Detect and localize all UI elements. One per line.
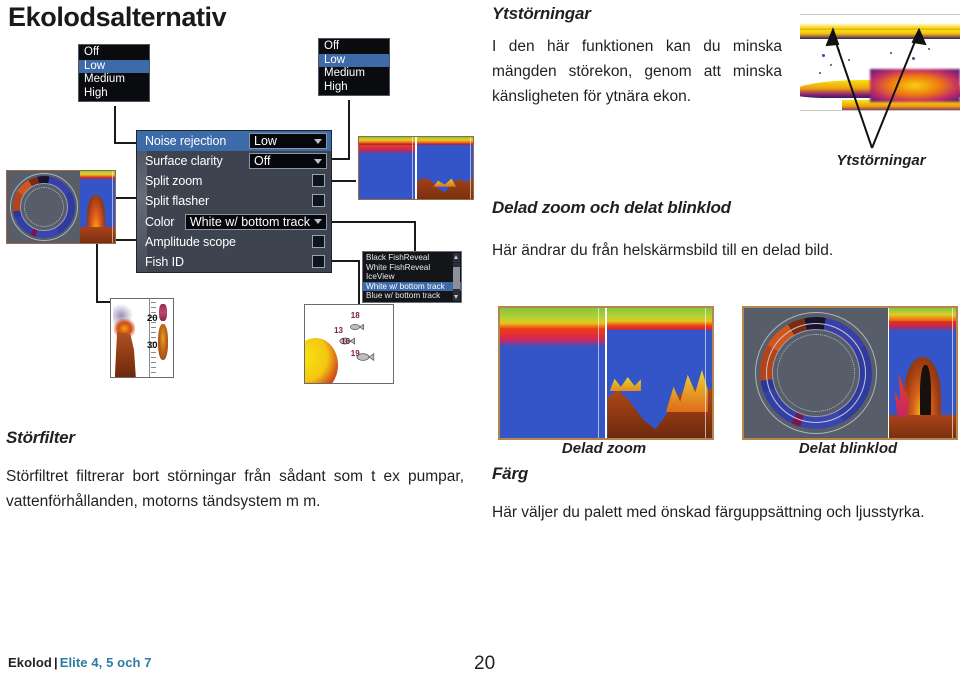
option-row-noise-rejection[interactable]: Noise rejection Low [137,131,331,152]
connector-amplitude-vertical [96,239,98,303]
option-row-split-flasher[interactable]: Split flasher [137,191,331,211]
sonar-zoom-left [359,137,416,199]
footer: Ekolod | Elite 4, 5 och 7 [8,655,152,670]
chevron-down-icon [314,219,322,225]
sonar-strip [80,171,115,243]
chevron-up-icon[interactable] [454,255,458,259]
connector-color-horizontal [332,221,416,223]
palette-item-white-bottom-track[interactable]: White w/ bottom track [363,281,461,292]
option-label-split-zoom: Split zoom [145,174,203,189]
option-value-text: Low [254,134,277,148]
connector-color-vertical [414,221,416,253]
dropdown-item-off[interactable]: Off [79,46,149,60]
dropdown-item-high[interactable]: High [319,81,389,95]
heading-farg: Färg [492,464,529,483]
caption-ytstorningar: Ytstörningar [836,152,926,169]
dropdown-item-low[interactable]: Low [79,59,149,73]
dropdown-item-low[interactable]: Low [319,53,389,67]
option-value-text: White w/ bottom track [189,214,310,229]
option-label-split-flasher: Split flasher [145,194,210,209]
option-label-noise-rejection: Noise rejection [145,134,227,149]
option-row-fish-id[interactable]: Fish ID [137,252,331,272]
footer-section-label: Ekolod [8,655,52,670]
body-delad-zoom: Här ändrar du från helskärmsbild till en… [492,242,834,259]
connector-amplitude-horizontal2 [96,301,110,303]
chevron-down-icon [314,158,322,164]
flasher-dial [7,171,81,243]
thumbnail-fish-id: 18 13 16 19 [304,304,394,384]
sonar-zoom-right [416,137,473,199]
option-value-noise-rejection[interactable]: Low [249,133,327,149]
caption-delad-zoom: Delad zoom [561,440,647,457]
checkbox-split-zoom[interactable] [312,174,325,188]
connector-fishid-horizontal [332,260,360,262]
connector-fishid-vertical [358,260,360,305]
amplitude-depth-label-30: 30 [146,339,158,351]
heading-ytstorningar: Ytstörningar [492,4,591,23]
image-delat-blinklod [742,306,958,440]
option-row-amplitude-scope[interactable]: Amplitude scope [137,232,331,252]
heading-delad-zoom: Delad zoom och delat blinklod [492,198,731,217]
palette-item-blue-bottom-track[interactable]: Blue w/ bottom track [363,291,461,301]
thumbnail-split-flasher [6,170,116,244]
footer-separator: | [53,655,58,670]
dropdown-surface-clarity[interactable]: Off Low Medium High [318,38,390,96]
sonar-delat-blinklod-right [889,308,956,438]
dropdown-noise-rejection[interactable]: Off Low Medium High [78,44,150,102]
connector-noise-horizontal [114,142,138,144]
palette-item-iceview[interactable]: IceView [363,272,461,282]
connector-surface-vertical [348,100,350,160]
option-label-amplitude-scope: Amplitude scope [145,234,236,249]
sonar-options-panel[interactable]: Noise rejection Low Surface clarity Off … [136,130,332,273]
dropdown-item-high[interactable]: High [79,87,149,101]
option-label-color: Color [145,214,175,229]
connector-splitzoom-horizontal [332,180,356,182]
option-row-surface-clarity[interactable]: Surface clarity Off [137,151,331,171]
image-ytstorningar-sonar [800,14,960,140]
fish-depth-label-19: 19 [350,349,360,359]
dropdown-item-off[interactable]: Off [319,40,389,54]
scrollbar-color-palette[interactable] [453,253,460,301]
flasher-dial-large [744,308,889,438]
option-row-color[interactable]: Color White w/ bottom track [137,212,331,232]
sonar-delad-zoom-right [607,308,712,438]
option-label-fish-id: Fish ID [145,254,184,269]
palette-item-white-fishreveal[interactable]: White FishReveal [363,263,461,273]
option-value-surface-clarity[interactable]: Off [249,153,327,170]
manual-page: Ekolodsalternativ Off Low Medium High Of… [0,0,960,692]
thumbnail-amplitude-scope: 20 30 [110,298,174,378]
body-storfilter: Störfiltret filtrerar bort störningar fr… [6,468,464,510]
fish-depth-label-16: 16 [341,336,350,346]
palette-item-black-fishreveal[interactable]: Black FishReveal [363,253,461,263]
dropdown-color-palette[interactable]: Black FishReveal White FishReveal IceVie… [362,251,462,303]
option-value-text: Off [254,154,271,169]
sonar-delad-zoom-left [500,308,605,438]
footer-product-label: Elite 4, 5 och 7 [59,655,152,670]
chevron-down-icon[interactable] [454,294,458,299]
connector-splitflasher-horizontal [114,197,138,199]
chevron-down-icon [314,138,322,144]
body-farg: Här väljer du palett med önskad färgupps… [492,504,925,521]
heading-storfilter: Störfilter [6,428,75,447]
scrollbar-thumb[interactable] [453,267,460,289]
checkbox-fish-id[interactable] [312,254,325,268]
dropdown-item-medium[interactable]: Medium [79,73,149,87]
page-number: 20 [474,653,496,674]
caption-delat-blinklod: Delat blinklod [798,440,898,457]
option-label-surface-clarity: Surface clarity [145,154,223,169]
amplitude-depth-label-20: 20 [146,313,158,325]
checkbox-amplitude-scope[interactable] [312,234,325,248]
checkbox-split-flasher[interactable] [312,194,325,208]
body-ytstorningar: I den här funktionen kan du minska mängd… [492,38,782,105]
fish-depth-label-18: 18 [350,311,360,321]
image-delad-zoom [498,306,714,440]
connector-surface-horizontal [332,158,350,160]
thumbnail-split-zoom [358,136,474,200]
page-title: Ekolodsalternativ [8,2,227,32]
connector-noise-vertical [114,106,116,144]
option-row-split-zoom[interactable]: Split zoom [137,171,331,191]
fish-depth-label-13: 13 [334,326,343,336]
option-value-color[interactable]: White w/ bottom track [184,213,327,230]
dropdown-item-medium[interactable]: Medium [319,67,389,81]
